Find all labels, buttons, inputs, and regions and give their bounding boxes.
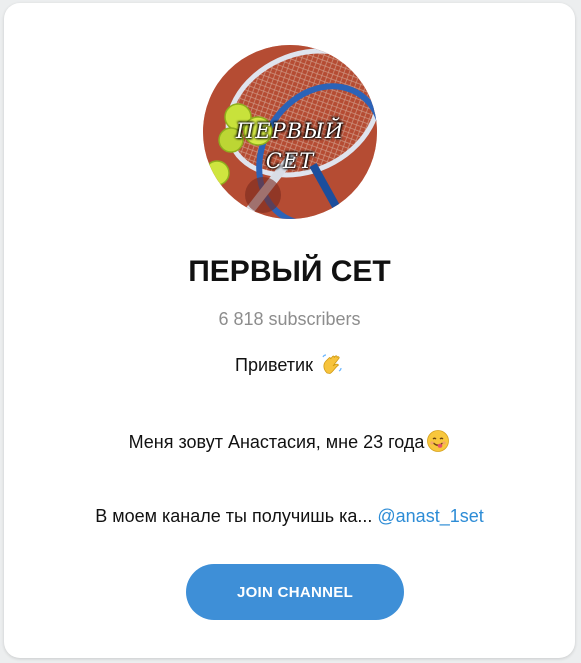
channel-title: ПЕРВЫЙ СЕТ: [188, 255, 391, 288]
channel-card: ПЕРВЫЙ СЕТ ПЕРВЫЙ СЕТ 6 818 subscribers …: [4, 3, 575, 658]
channel-username-link[interactable]: @anast_1set: [377, 506, 483, 526]
join-channel-button[interactable]: JOIN CHANNEL: [186, 564, 404, 620]
avatar-text-line1: ПЕРВЫЙ: [235, 119, 345, 143]
subscriber-count: 6 818 subscribers: [218, 309, 361, 329]
avatar-text-line2: СЕТ: [265, 149, 315, 173]
description-line-3: В моем канале ты получишь ка... @anast_1…: [4, 506, 575, 527]
description-line-1: Приветик: [4, 352, 575, 381]
description-greeting: Приветик: [235, 355, 313, 375]
description-teaser: В моем канале ты получишь ка...: [95, 506, 373, 526]
description-line-2: Меня зовут Анастасия, мне 23 года: [4, 429, 575, 458]
smiling-face-tongue-icon: [426, 429, 450, 458]
channel-avatar[interactable]: ПЕРВЫЙ СЕТ: [203, 45, 377, 219]
waving-hand-icon: [320, 352, 344, 381]
description-intro: Меня зовут Анастасия, мне 23 года: [128, 432, 425, 452]
